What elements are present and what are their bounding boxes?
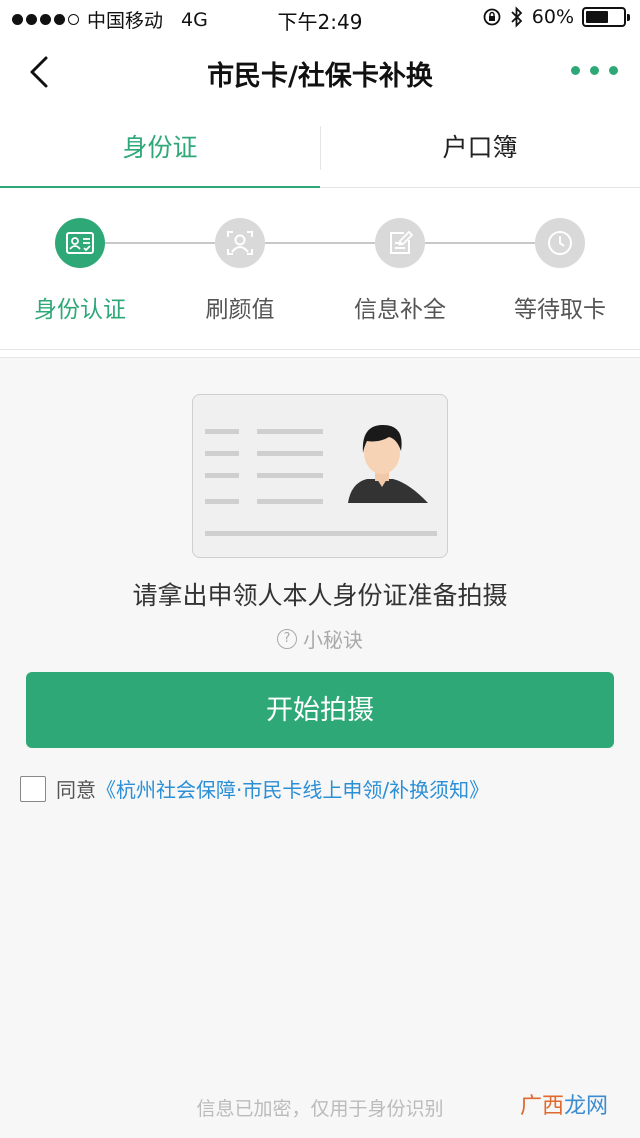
step-info-completion: 信息补全 — [320, 218, 480, 324]
progress-steps: 身份认证 刷颜值 信息补全 等待取卡 — [0, 188, 640, 350]
face-scan-icon — [215, 218, 265, 268]
start-capture-button[interactable]: 开始拍摄 — [26, 672, 614, 748]
id-card-icon — [55, 218, 105, 268]
document-type-tabs: 身份证 户口簿 — [0, 108, 640, 189]
edit-form-icon — [375, 218, 425, 268]
battery-percent: 60% — [531, 6, 574, 28]
watermark-part2: 龙网 — [563, 1094, 608, 1119]
more-dot — [590, 66, 599, 75]
watermark-logo: 广西 龙网 — [520, 1088, 608, 1120]
id-card-illustration — [192, 394, 448, 558]
agreement-row: 同意 《杭州社会保障·市民卡线上申领/补换须知》 — [20, 774, 489, 803]
step-wait-for-card: 等待取卡 — [480, 218, 640, 324]
main-content: 请拿出申领人本人身份证准备拍摄 ? 小秘诀 开始拍摄 同意 《杭州社会保障·市民… — [0, 357, 640, 1138]
more-menu-button[interactable] — [571, 66, 618, 75]
agree-label: 同意 — [56, 778, 96, 802]
bluetooth-icon — [511, 6, 523, 28]
tab-id-card[interactable]: 身份证 — [0, 108, 320, 189]
clock-icon — [535, 218, 585, 268]
step-label: 身份认证 — [34, 297, 126, 323]
nav-bar: 市民卡/社保卡补换 — [0, 36, 640, 108]
tab-household-register[interactable]: 户口簿 — [320, 108, 640, 188]
id-card-graphic — [205, 425, 437, 536]
step-face-scan: 刷颜值 — [160, 218, 320, 324]
rotation-lock-icon — [483, 8, 501, 26]
step-label: 刷颜值 — [205, 297, 275, 323]
step-label: 等待取卡 — [514, 297, 606, 323]
step-identity-verification: 身份认证 — [0, 218, 160, 324]
status-bar: 中国移动 4G 下午2:49 60% — [0, 0, 640, 36]
tips-link[interactable]: ? 小秘诀 — [0, 624, 640, 653]
instruction-text: 请拿出申领人本人身份证准备拍摄 — [132, 581, 508, 610]
agreement-link[interactable]: 《杭州社会保障·市民卡线上申领/补换须知》 — [96, 774, 489, 803]
page-title: 市民卡/社保卡补换 — [207, 61, 433, 92]
battery-icon — [582, 7, 630, 27]
status-right: 60% — [482, 6, 630, 28]
more-dot — [571, 66, 580, 75]
tab-divider — [320, 126, 321, 170]
step-label: 信息补全 — [354, 297, 446, 323]
agree-checkbox[interactable] — [20, 775, 46, 802]
tips-label: 小秘诀 — [303, 628, 363, 652]
more-dot — [609, 66, 618, 75]
question-icon: ? — [277, 628, 297, 649]
watermark-part1: 广西 — [519, 1094, 564, 1119]
